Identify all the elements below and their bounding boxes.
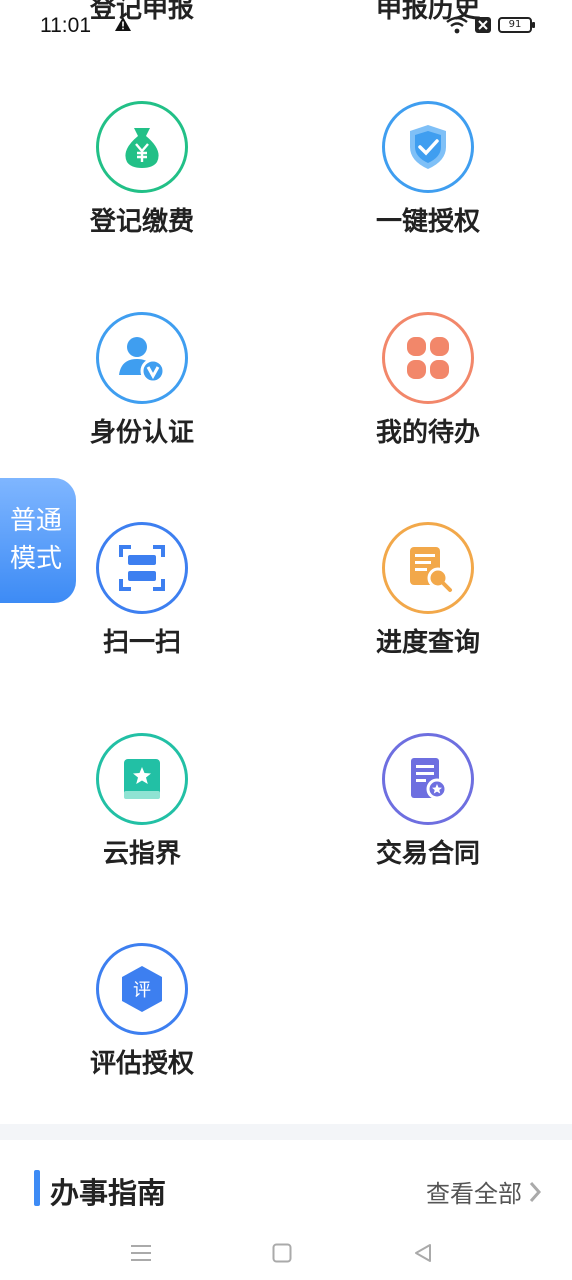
chevron-right-icon (529, 1181, 542, 1202)
user-verified-icon (96, 312, 188, 404)
home-button[interactable] (262, 1233, 302, 1273)
grid-item-payment[interactable]: 登记缴费 (42, 101, 242, 251)
back-button[interactable] (403, 1233, 443, 1273)
system-nav-bar (0, 1225, 572, 1280)
four-grid-icon (382, 312, 474, 404)
grid-item-identity[interactable]: 身份认证 (42, 312, 242, 462)
contract-icon (382, 733, 474, 825)
grid-item-label: 登记缴费 (89, 207, 194, 237)
guide-section: 办事指南 查看全部 (0, 1140, 572, 1230)
grid-item-contract[interactable]: 交易合同 (328, 733, 528, 883)
mode-tab-line1: 普通 (10, 506, 63, 536)
grid-item-todo[interactable]: 我的待办 (328, 312, 528, 462)
grid-item-label-cut[interactable]: 登记申报 (42, 0, 242, 25)
mode-tab-line2: 模式 (10, 544, 63, 574)
book-star-icon (96, 733, 188, 825)
mode-switch-tab[interactable]: 普通 模式 (0, 478, 76, 603)
grid-item-progress[interactable]: 进度查询 (328, 522, 528, 672)
scan-icon (96, 522, 188, 614)
back-icon (415, 1244, 431, 1262)
shield-check-icon (382, 101, 474, 193)
grid-item-cloud-boundary[interactable]: 云指界 (42, 733, 242, 883)
grid-item-label: 交易合同 (375, 839, 480, 869)
menu-button[interactable] (121, 1233, 161, 1273)
grid-item-label: 扫一扫 (102, 628, 181, 658)
grid-item-label: 一键授权 (375, 207, 480, 237)
grid-item-label: 身份认证 (89, 418, 194, 448)
view-all-label: 查看全部 (426, 1180, 522, 1208)
grid-item-evaluation[interactable]: 评 评估授权 (42, 943, 242, 1093)
section-title: 办事指南 (50, 1176, 167, 1210)
grid-item-label: 评估授权 (89, 1049, 194, 1079)
grid-item-label: 进度查询 (375, 628, 480, 658)
section-accent-bar (34, 1170, 40, 1206)
money-bag-icon (96, 101, 188, 193)
grid-item-label: 我的待办 (375, 418, 480, 448)
grid-item-label: 云指界 (102, 839, 181, 869)
view-all-link[interactable]: 查看全部 (426, 1174, 542, 1209)
section-divider (0, 1124, 572, 1140)
document-search-icon (382, 522, 474, 614)
grid-item-label-cut[interactable]: 申报历史 (328, 0, 528, 25)
grid-item-authorize[interactable]: 一键授权 (328, 101, 528, 251)
home-icon (272, 1243, 292, 1263)
badge-ping-icon: 评 (96, 943, 188, 1035)
menu-icon (131, 1245, 151, 1261)
badge-text: 评 (133, 980, 151, 1001)
